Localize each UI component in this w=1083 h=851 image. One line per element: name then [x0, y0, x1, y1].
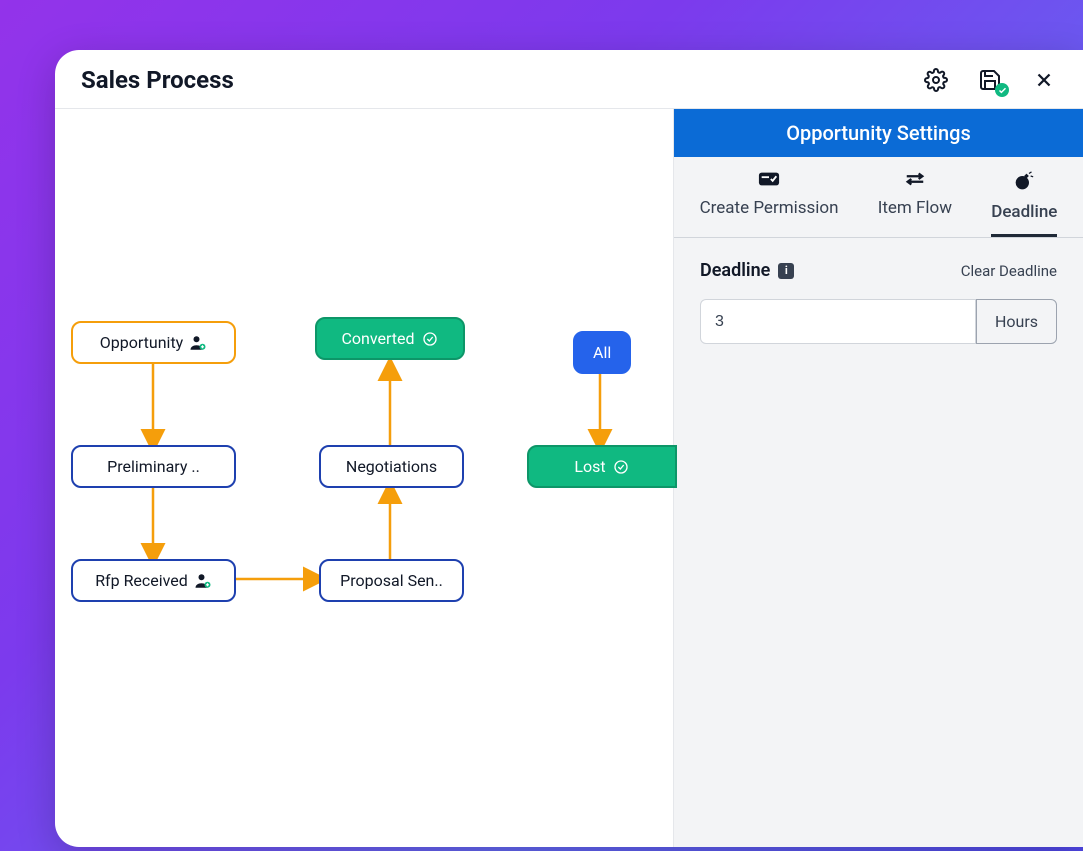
- node-all[interactable]: All: [573, 331, 631, 374]
- tab-create-permission[interactable]: Create Permission: [700, 171, 839, 237]
- settings-button[interactable]: [923, 67, 949, 93]
- titlebar: Sales Process: [55, 50, 1083, 109]
- node-converted[interactable]: Converted: [315, 317, 465, 360]
- diagram-canvas[interactable]: Opportunity Preliminary .. Rfp Received …: [55, 109, 673, 847]
- card-icon: [758, 171, 780, 192]
- close-icon: [1033, 69, 1055, 91]
- close-button[interactable]: [1031, 67, 1057, 93]
- tab-label: Deadline: [991, 202, 1057, 222]
- deadline-input-row: Hours: [700, 299, 1057, 344]
- node-opportunity[interactable]: Opportunity: [71, 321, 236, 364]
- node-proposal-sent[interactable]: Proposal Sen..: [319, 559, 464, 602]
- tab-item-flow[interactable]: Item Flow: [878, 171, 952, 237]
- node-label: Rfp Received: [95, 571, 188, 590]
- node-negotiations[interactable]: Negotiations: [319, 445, 464, 488]
- titlebar-actions: [923, 67, 1057, 93]
- node-label: Preliminary ..: [107, 457, 200, 476]
- panel-content: Deadline i Clear Deadline Hours: [674, 238, 1083, 366]
- tab-label: Item Flow: [878, 198, 952, 218]
- node-preliminary[interactable]: Preliminary ..: [71, 445, 236, 488]
- save-button[interactable]: [977, 67, 1003, 93]
- check-circle-icon: [421, 330, 439, 348]
- node-label: Converted: [341, 329, 414, 348]
- panel-tabs: Create Permission Item Flow Deadline: [674, 157, 1083, 238]
- node-label: Opportunity: [100, 333, 184, 352]
- deadline-label: Deadline i: [700, 260, 794, 281]
- check-badge-icon: [995, 83, 1009, 97]
- node-label: Negotiations: [346, 457, 437, 476]
- page-title: Sales Process: [81, 66, 234, 94]
- tab-label: Create Permission: [700, 198, 839, 218]
- node-label: All: [593, 343, 611, 362]
- info-icon[interactable]: i: [778, 263, 794, 279]
- clear-deadline-link[interactable]: Clear Deadline: [961, 262, 1057, 280]
- gear-icon: [924, 68, 948, 92]
- node-rfp-received[interactable]: Rfp Received: [71, 559, 236, 602]
- app-window: Sales Process: [55, 50, 1083, 847]
- check-circle-icon: [612, 458, 630, 476]
- deadline-label-text: Deadline: [700, 260, 770, 281]
- deadline-value-input[interactable]: [700, 299, 976, 344]
- node-lost[interactable]: Lost: [527, 445, 677, 488]
- node-label: Proposal Sen..: [340, 571, 443, 590]
- panel-title: Opportunity Settings: [674, 109, 1083, 157]
- deadline-header-row: Deadline i Clear Deadline: [700, 260, 1057, 281]
- tab-deadline[interactable]: Deadline: [991, 171, 1057, 237]
- person-plus-icon: [194, 572, 212, 590]
- bomb-icon: [1014, 171, 1034, 196]
- node-label: Lost: [574, 457, 605, 476]
- deadline-unit-select[interactable]: Hours: [976, 299, 1057, 344]
- body: Opportunity Preliminary .. Rfp Received …: [55, 109, 1083, 847]
- exchange-icon: [904, 171, 926, 192]
- person-plus-icon: [189, 334, 207, 352]
- settings-panel: Opportunity Settings Create Permission I…: [673, 109, 1083, 847]
